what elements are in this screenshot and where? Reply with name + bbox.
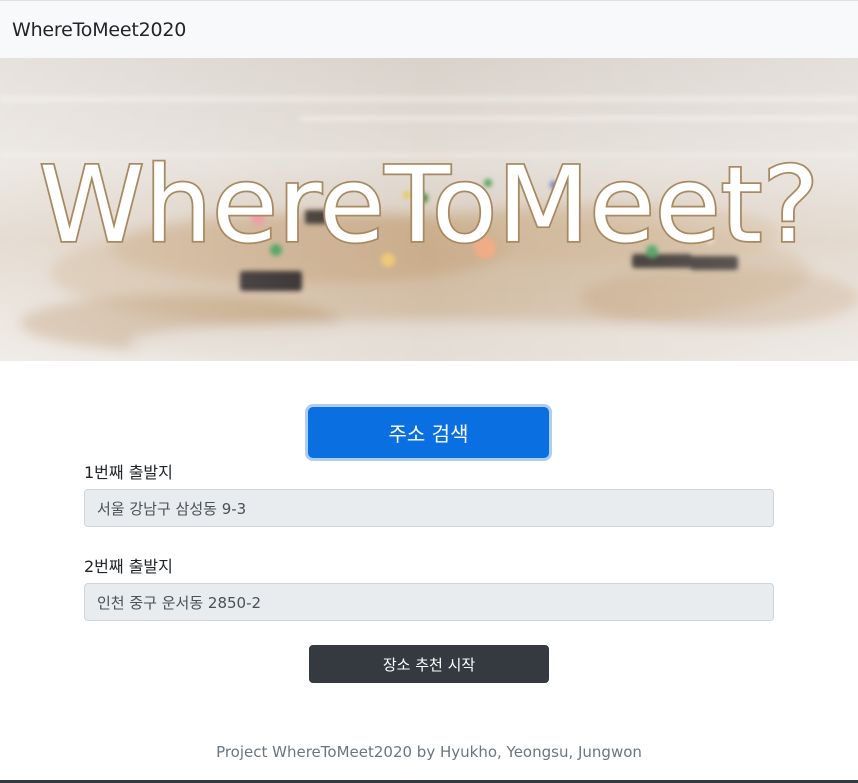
origin-1-label: 1번째 출발지 <box>84 463 173 482</box>
footer-text: Project WhereToMeet2020 by Hyukho, Yeong… <box>216 743 642 761</box>
address-search-button[interactable]: 주소 검색 <box>308 407 549 458</box>
origin-1-input[interactable] <box>84 489 774 527</box>
hero-banner: WhereToMeet? <box>0 58 858 361</box>
hero-title: WhereToMeet? <box>39 144 819 266</box>
navbar-brand[interactable]: WhereToMeet2020 <box>12 19 186 41</box>
origin-2-input[interactable] <box>84 583 774 621</box>
map-pins-photo-icon: WhereToMeet? <box>0 58 858 361</box>
origin-2-label: 2번째 출발지 <box>84 557 173 576</box>
navbar: WhereToMeet2020 <box>0 0 858 58</box>
start-recommendation-button[interactable]: 장소 추천 시작 <box>309 645 549 683</box>
